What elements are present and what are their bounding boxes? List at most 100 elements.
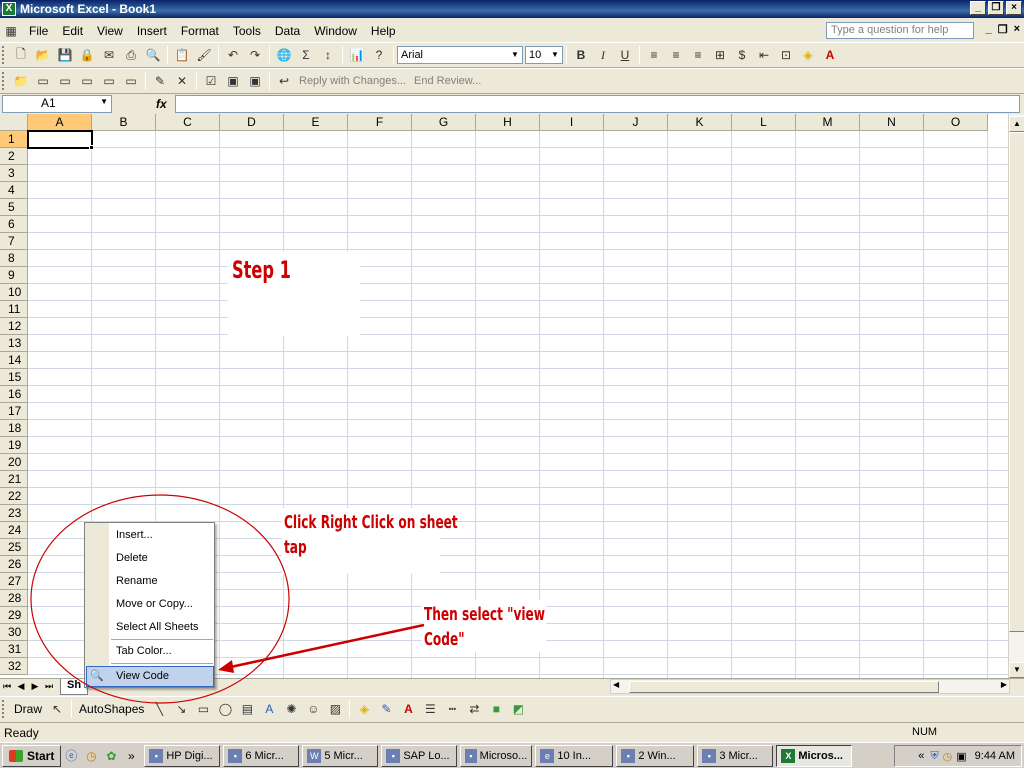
network-icon[interactable]: ▣ [956, 750, 966, 763]
track-changes-icon[interactable]: ✎ [149, 71, 171, 91]
reject-icon[interactable]: ✕ [171, 71, 193, 91]
picture-icon[interactable]: ▨ [324, 699, 346, 719]
name-box[interactable]: A1 ▼ [2, 95, 112, 113]
autosum-icon[interactable]: Σ [295, 45, 317, 65]
clock[interactable]: 9:44 AM [975, 750, 1015, 762]
review-icon[interactable]: ☑ [200, 71, 222, 91]
sort-ascending-icon[interactable]: ↕ [317, 45, 339, 65]
row-header[interactable]: 17 [0, 403, 28, 420]
row-header[interactable]: 19 [0, 437, 28, 454]
font-name-select[interactable]: Arial ▼ [397, 46, 523, 64]
column-header[interactable]: F [348, 114, 412, 131]
menu-edit[interactable]: Edit [55, 24, 90, 38]
chart-wizard-icon[interactable]: 📊 [346, 45, 368, 65]
prev-sheet-icon[interactable]: ◀ [14, 681, 28, 692]
menu-insert[interactable]: Insert [130, 24, 174, 38]
ie-icon[interactable]: ⓔ [61, 746, 81, 766]
save-icon[interactable]: 💾 [54, 45, 76, 65]
horizontal-scroll-thumb[interactable] [629, 681, 939, 693]
scroll-left-icon[interactable]: ◀ [613, 680, 619, 689]
font-size-select[interactable]: 10 ▼ [525, 46, 563, 64]
arrow-style-icon[interactable]: ⇄ [463, 699, 485, 719]
help-search-input[interactable]: Type a question for help [826, 22, 974, 39]
last-sheet-icon[interactable]: ⏭ [42, 681, 56, 692]
menu-format[interactable]: Format [174, 24, 226, 38]
column-header[interactable]: J [604, 114, 668, 131]
media-icon[interactable]: ✿ [101, 746, 121, 766]
row-header[interactable]: 11 [0, 301, 28, 318]
vertical-scrollbar[interactable]: ▲ ▼ [1008, 114, 1024, 678]
compare-icon[interactable]: ▣ [222, 71, 244, 91]
active-cell[interactable] [27, 130, 93, 149]
scroll-up-icon[interactable]: ▲ [1009, 116, 1024, 132]
clipart-icon[interactable]: ☺ [302, 699, 324, 719]
doc-close-button[interactable]: × [1014, 23, 1020, 36]
borders-icon[interactable]: ⊡ [775, 45, 797, 65]
undo-icon[interactable]: ↶ [222, 45, 244, 65]
column-header[interactable]: G [412, 114, 476, 131]
new-comment-icon[interactable]: ▭ [32, 71, 54, 91]
wordart-icon[interactable]: A [258, 699, 280, 719]
row-header[interactable]: 9 [0, 267, 28, 284]
row-header[interactable]: 18 [0, 420, 28, 437]
minimize-button[interactable]: _ [970, 1, 986, 15]
menu-view[interactable]: View [90, 24, 130, 38]
row-header[interactable]: 28 [0, 590, 28, 607]
row-header[interactable]: 21 [0, 471, 28, 488]
row-header[interactable]: 8 [0, 250, 28, 267]
line-color-icon[interactable]: ✎ [375, 699, 397, 719]
row-header[interactable]: 1 [0, 131, 28, 148]
menu-item-delete[interactable]: Delete [116, 552, 148, 564]
row-header[interactable]: 24 [0, 522, 28, 539]
row-header[interactable]: 23 [0, 505, 28, 522]
row-header[interactable]: 20 [0, 454, 28, 471]
align-center-icon[interactable]: ≡ [665, 45, 687, 65]
row-header[interactable]: 10 [0, 284, 28, 301]
permission-icon[interactable]: 🔒 [76, 45, 98, 65]
format-painter-icon[interactable]: 🖌 [193, 45, 215, 65]
row-header[interactable]: 22 [0, 488, 28, 505]
menu-item-rename[interactable]: Rename [116, 575, 158, 587]
redo-icon[interactable]: ↷ [244, 45, 266, 65]
fill-color-icon[interactable]: ◈ [353, 699, 375, 719]
fx-icon[interactable]: fx [156, 97, 167, 111]
help-icon[interactable]: ? [368, 45, 390, 65]
textbox-icon[interactable]: ▤ [236, 699, 258, 719]
row-header[interactable]: 13 [0, 335, 28, 352]
row-header[interactable]: 26 [0, 556, 28, 573]
column-header[interactable]: H [476, 114, 540, 131]
task-button[interactable]: ▪ SAP Lo... [381, 744, 458, 767]
column-header[interactable]: M [796, 114, 860, 131]
row-header[interactable]: 29 [0, 607, 28, 624]
line-style-icon[interactable]: ☰ [419, 699, 441, 719]
decrease-indent-icon[interactable]: ⇤ [753, 45, 775, 65]
row-header[interactable]: 3 [0, 165, 28, 182]
row-header[interactable]: 30 [0, 624, 28, 641]
menu-item-tab-color[interactable]: Tab Color... [116, 645, 172, 657]
row-header[interactable]: 14 [0, 352, 28, 369]
print-preview-icon[interactable]: 🔍 [142, 45, 164, 65]
dash-style-icon[interactable]: ┅ [441, 699, 463, 719]
3d-icon[interactable]: ◩ [507, 699, 529, 719]
email-icon[interactable]: ✉ [98, 45, 120, 65]
column-header[interactable]: A [28, 114, 92, 131]
font-color-icon[interactable]: A [819, 45, 841, 65]
scroll-thumb[interactable] [1009, 132, 1024, 632]
column-header[interactable]: I [540, 114, 604, 131]
doc-minimize-button[interactable]: _ [986, 23, 992, 36]
workbook-icon[interactable]: ▦ [0, 21, 22, 41]
column-header[interactable]: L [732, 114, 796, 131]
align-right-icon[interactable]: ≡ [687, 45, 709, 65]
column-header[interactable]: B [92, 114, 156, 131]
new-icon[interactable]: 🗋 [10, 45, 32, 65]
menu-item-view-code[interactable]: 🔍 View Code [86, 666, 214, 687]
font-color-icon[interactable]: A [397, 699, 419, 719]
fill-color-icon[interactable]: ◈ [797, 45, 819, 65]
hyperlink-icon[interactable]: 🌐 [273, 45, 295, 65]
fill-handle[interactable] [89, 145, 94, 150]
menu-help[interactable]: Help [364, 24, 403, 38]
currency-button[interactable]: $ [731, 45, 753, 65]
menu-file[interactable]: File [22, 24, 55, 38]
merge-center-icon[interactable]: ⊞ [709, 45, 731, 65]
first-sheet-icon[interactable]: ⏮ [0, 681, 14, 692]
